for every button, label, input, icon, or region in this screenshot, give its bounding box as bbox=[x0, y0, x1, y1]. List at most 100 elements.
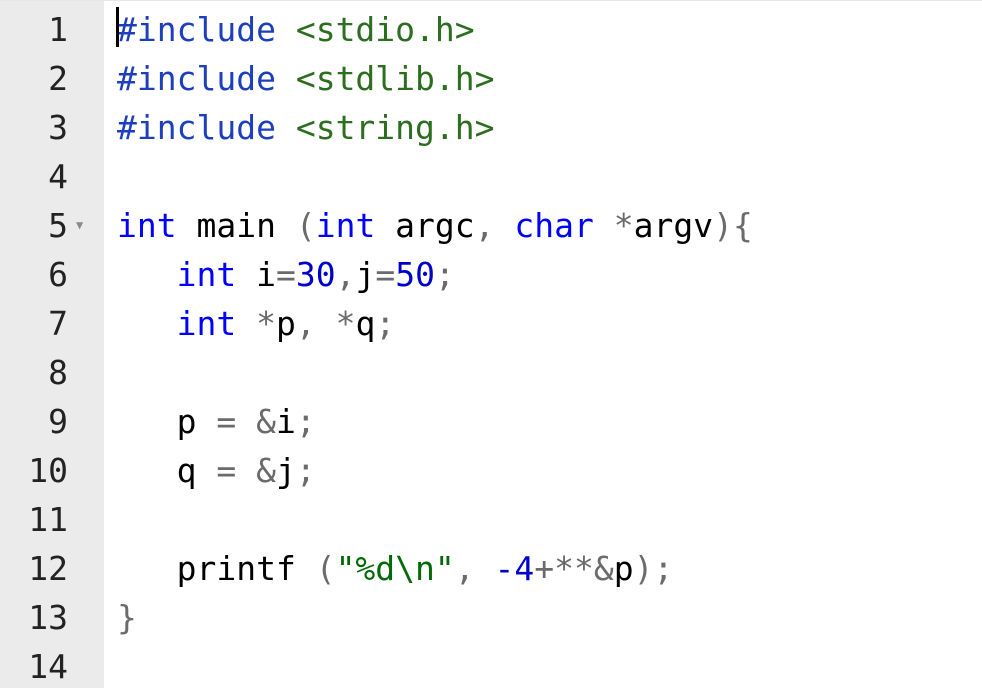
line-number: 13 bbox=[28, 598, 68, 637]
code-token: argv bbox=[633, 206, 714, 245]
code-line[interactable]: 6 int i=30,j=50; bbox=[0, 250, 982, 299]
code-token: * bbox=[256, 304, 276, 343]
line-number: 14 bbox=[28, 647, 68, 686]
code-token: int bbox=[176, 304, 237, 343]
line-number: 2 bbox=[48, 59, 68, 98]
code-token: 50 bbox=[395, 255, 435, 294]
code-token: = bbox=[216, 402, 237, 441]
code-token: i bbox=[236, 255, 276, 294]
code-text[interactable]: int i=30,j=50; bbox=[117, 250, 455, 299]
code-text[interactable]: #include <stdio.h> bbox=[117, 5, 475, 54]
code-line[interactable]: 12 printf ("%d\n", -4+**&p); bbox=[0, 544, 982, 593]
code-text[interactable]: printf ("%d\n", -4+**&p); bbox=[117, 544, 674, 593]
line-number: 10 bbox=[28, 451, 68, 490]
code-token: = bbox=[275, 255, 296, 294]
code-token: & bbox=[256, 451, 276, 490]
code-text[interactable]: #include <string.h> bbox=[117, 103, 495, 152]
code-token: & bbox=[256, 402, 276, 441]
code-token: -4 bbox=[494, 549, 535, 588]
code-token: * bbox=[335, 304, 356, 343]
code-line[interactable]: 1 #include <stdio.h> bbox=[0, 5, 982, 54]
line-number: 7 bbox=[48, 304, 68, 343]
code-token: <stdlib.h> bbox=[295, 59, 495, 98]
code-text[interactable]: #include <stdlib.h> bbox=[117, 54, 495, 103]
code-line[interactable]: 5 ▼ int main (int argc, char *argv){ bbox=[0, 201, 982, 250]
code-token: <stdio.h> bbox=[295, 10, 475, 49]
code-line[interactable]: 14 bbox=[0, 642, 982, 688]
code-token: ( bbox=[295, 206, 316, 245]
code-token: p bbox=[117, 402, 217, 441]
code-line[interactable]: 4 bbox=[0, 152, 982, 201]
code-token: ; bbox=[375, 304, 396, 343]
line-number: 5 bbox=[48, 206, 68, 245]
code-token: ; bbox=[295, 402, 316, 441]
code-line[interactable]: 13} bbox=[0, 593, 982, 642]
code-token: argc bbox=[375, 206, 475, 245]
code-token: printf bbox=[117, 549, 316, 588]
code-token: \n bbox=[395, 549, 435, 588]
line-number: 6 bbox=[48, 255, 68, 294]
code-token: 30 bbox=[295, 255, 336, 294]
code-token: i bbox=[275, 402, 296, 441]
code-token: = bbox=[375, 255, 396, 294]
code-token: int bbox=[117, 206, 177, 245]
code-token: "%d bbox=[335, 549, 396, 588]
line-number: 8 bbox=[48, 353, 68, 392]
code-line[interactable]: 9 p = &i; bbox=[0, 397, 982, 446]
code-token: ( bbox=[315, 549, 336, 588]
code-token: q bbox=[117, 451, 217, 490]
code-text[interactable]: int main (int argc, char *argv){ bbox=[117, 201, 753, 250]
code-token: j bbox=[355, 255, 376, 294]
code-line[interactable]: 10 q = &j; bbox=[0, 446, 982, 495]
code-editor[interactable]: 1 #include <stdio.h> 2 #include <stdlib.h> 3… bbox=[0, 0, 982, 688]
code-token: p bbox=[613, 549, 634, 588]
code-token: ; bbox=[295, 451, 316, 490]
line-number: 12 bbox=[28, 549, 68, 588]
line-number: 4 bbox=[48, 157, 68, 196]
code-token: & bbox=[593, 549, 614, 588]
code-text[interactable]: int *p, *q; bbox=[117, 299, 396, 348]
code-text[interactable]: q = &j; bbox=[117, 446, 316, 495]
code-line[interactable]: 3 #include <string.h> bbox=[0, 103, 982, 152]
code-token: int bbox=[176, 255, 237, 294]
code-token: #include bbox=[117, 59, 276, 98]
fold-triangle-icon[interactable]: ▼ bbox=[76, 201, 83, 250]
code-token: = bbox=[216, 451, 237, 490]
code-token: char bbox=[514, 206, 594, 245]
text-cursor bbox=[116, 7, 119, 47]
line-number: 1 bbox=[48, 10, 68, 49]
code-token: +** bbox=[534, 549, 594, 588]
code-token: * bbox=[613, 206, 634, 245]
code-token: , bbox=[295, 304, 336, 343]
code-text[interactable]: } bbox=[117, 593, 137, 642]
code-text[interactable]: p = &i; bbox=[117, 397, 316, 446]
code-token: <string.h> bbox=[295, 108, 495, 147]
code-line[interactable]: 8 bbox=[0, 348, 982, 397]
code-token: ; bbox=[434, 255, 455, 294]
code-token: , bbox=[454, 549, 495, 588]
code-line[interactable]: 11 bbox=[0, 495, 982, 544]
code-token: main bbox=[176, 206, 296, 245]
code-token: int bbox=[315, 206, 376, 245]
code-token: ); bbox=[633, 549, 674, 588]
code-line[interactable]: 7 int *p, *q; bbox=[0, 299, 982, 348]
code-token: ){ bbox=[713, 206, 753, 245]
code-token: #include bbox=[117, 10, 276, 49]
code-line[interactable]: 2 #include <stdlib.h> bbox=[0, 54, 982, 103]
code-token: , bbox=[335, 255, 356, 294]
code-token: #include bbox=[117, 108, 276, 147]
code-token: q bbox=[355, 304, 376, 343]
line-number: 9 bbox=[48, 402, 68, 441]
code-token: p bbox=[275, 304, 296, 343]
line-number: 3 bbox=[48, 108, 68, 147]
code-token: " bbox=[434, 549, 455, 588]
